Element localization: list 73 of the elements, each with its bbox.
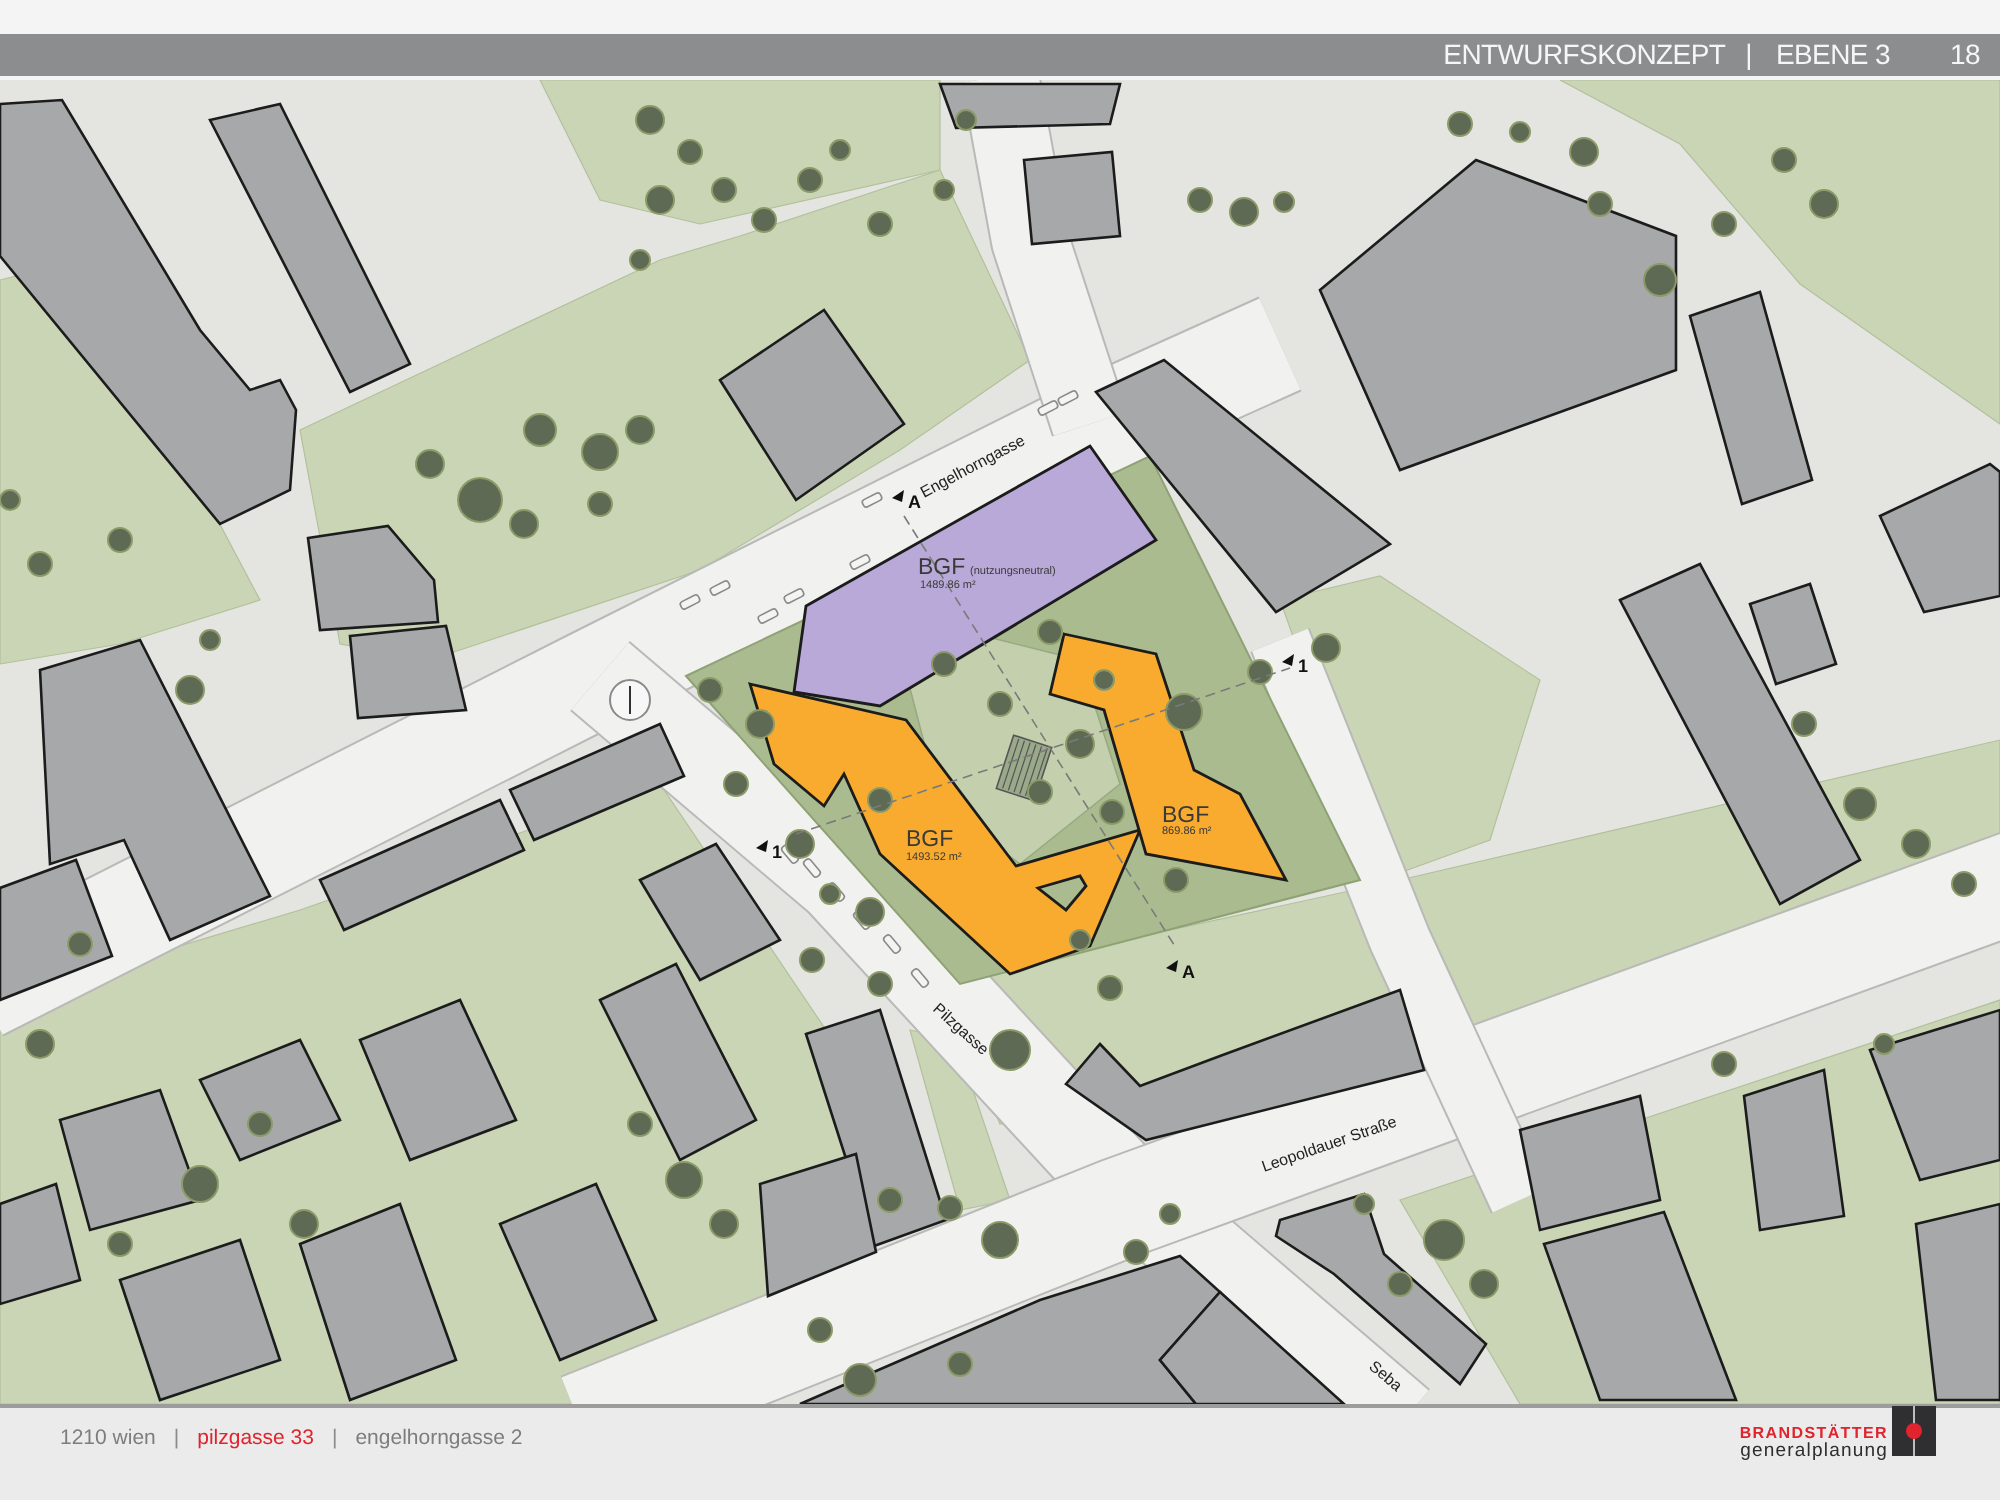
- car-icon: [881, 932, 903, 956]
- building: [348, 624, 468, 720]
- car-icon: [1056, 389, 1080, 407]
- tree: [415, 449, 445, 479]
- roundabout-icon: [609, 679, 651, 721]
- car-icon: [860, 491, 884, 509]
- logo-tagline: generalplanung: [1740, 1442, 1888, 1462]
- tree: [457, 477, 503, 523]
- tree: [855, 897, 885, 927]
- section-label: A: [908, 492, 921, 512]
- tree: [509, 509, 539, 539]
- section-arrow-icon: [1282, 654, 1294, 666]
- tree: [289, 1209, 319, 1239]
- area-label: BGF: [918, 556, 966, 580]
- section-arrow-icon: [756, 840, 768, 852]
- area-label: BGF: [906, 828, 954, 852]
- tree: [645, 185, 675, 215]
- logo-icon: [1892, 1406, 1936, 1456]
- section-label: A: [1182, 962, 1195, 982]
- tree: [181, 1165, 219, 1203]
- tree: [1065, 729, 1095, 759]
- tree: [843, 1363, 877, 1397]
- building: [638, 842, 782, 982]
- header-subtitle: EBENE 3: [1775, 36, 1891, 74]
- car-icon: [848, 553, 872, 571]
- tree: [745, 709, 775, 739]
- tree: [523, 413, 557, 447]
- tree: [581, 433, 619, 471]
- tree: [625, 415, 655, 445]
- tree: [1643, 263, 1677, 297]
- footer-separator: |: [173, 1426, 180, 1450]
- car-icon: [756, 607, 780, 625]
- footer-separator: |: [331, 1426, 338, 1450]
- tree: [1569, 137, 1599, 167]
- page-number: 18: [1950, 36, 1980, 74]
- address-text: 1210 wien: [60, 1426, 156, 1450]
- car-icon: [782, 587, 806, 605]
- address-text: engelhorngasse 2: [355, 1426, 523, 1450]
- building: [1518, 1094, 1662, 1232]
- tree: [0, 489, 21, 511]
- tree: [981, 1221, 1019, 1259]
- tree: [665, 1161, 703, 1199]
- tree: [1423, 1219, 1465, 1261]
- car-icon: [678, 593, 702, 611]
- section-arrow-icon: [892, 490, 904, 502]
- car-icon: [801, 856, 823, 880]
- tree: [1165, 693, 1203, 731]
- car-icon: [708, 579, 732, 597]
- tree: [989, 1029, 1031, 1071]
- section-label: 1: [1298, 656, 1309, 676]
- tree: [25, 1029, 55, 1059]
- tree: [635, 105, 665, 135]
- car-icon: [909, 966, 931, 990]
- tree: [1229, 197, 1259, 227]
- building: [1022, 150, 1122, 246]
- header-separator: |: [1745, 36, 1752, 74]
- header-title: ENTWURFSKONZEPT: [1443, 36, 1726, 74]
- tree: [175, 675, 205, 705]
- tree: [1901, 829, 1931, 859]
- section-label: 1: [772, 842, 783, 862]
- tree: [1311, 633, 1341, 663]
- building: [198, 1038, 342, 1162]
- car-icon: [1036, 399, 1060, 417]
- tree: [1843, 787, 1877, 821]
- logo-name: BRANDSTÄTTER: [1739, 1424, 1888, 1442]
- area-label: BGF: [1162, 804, 1210, 828]
- building: [306, 524, 440, 632]
- tree: [1809, 189, 1839, 219]
- section-arrow-icon: [1166, 960, 1178, 972]
- tree: [1469, 1269, 1499, 1299]
- address-highlight: pilzgasse 33: [197, 1426, 314, 1450]
- tree: [785, 829, 815, 859]
- tree: [709, 1209, 739, 1239]
